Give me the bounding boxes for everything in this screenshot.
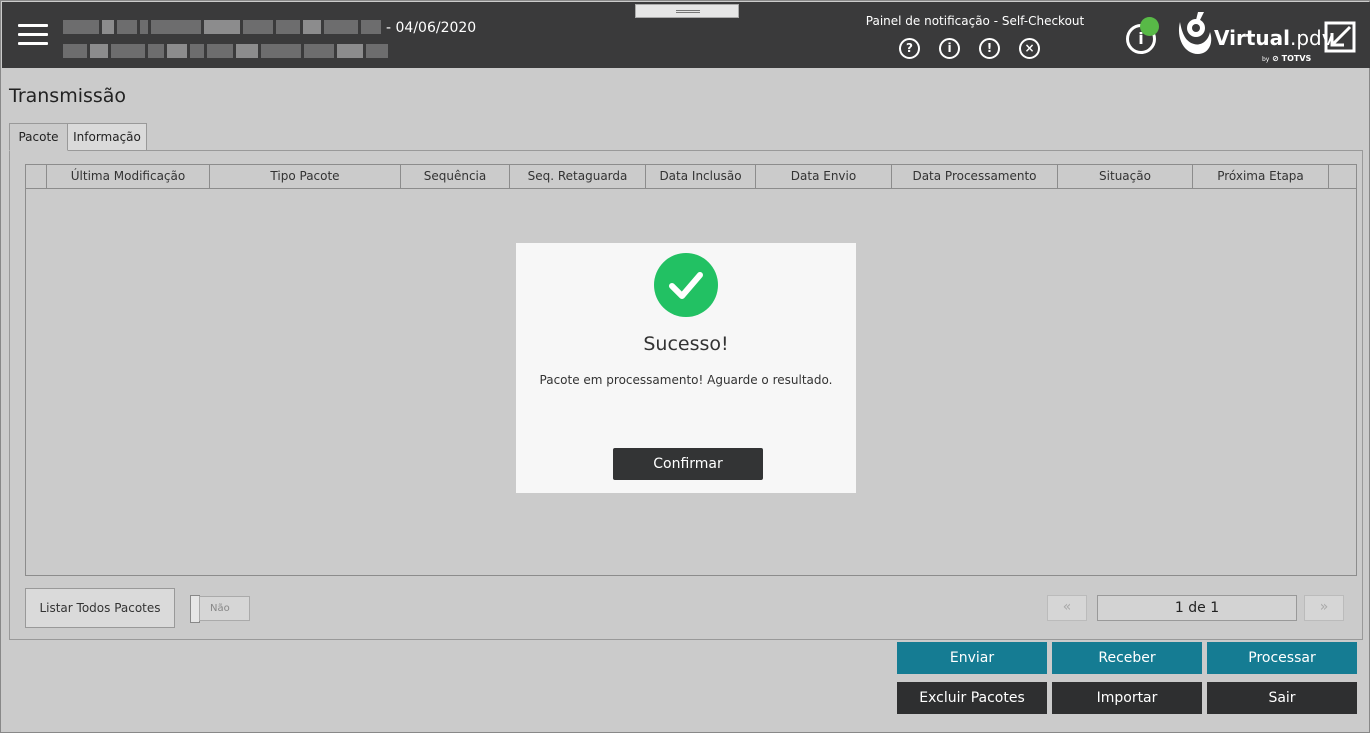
header-date: - 04/06/2020 — [386, 20, 477, 36]
column-header[interactable]: Tipo Pacote — [210, 165, 401, 188]
drag-handle[interactable] — [635, 4, 739, 18]
virtualpdv-logo: Virtual.pdv by ⊘ TOTVS — [1174, 10, 1334, 66]
toggle-label: Não — [199, 596, 250, 621]
delete-packages-button[interactable]: Excluir Pacotes — [897, 682, 1047, 714]
success-dialog: Sucesso! Pacote em processamento! Aguard… — [516, 243, 856, 493]
send-button[interactable]: Enviar — [897, 642, 1047, 674]
info-icon[interactable]: i — [939, 38, 960, 59]
prev-page-button[interactable]: « — [1047, 595, 1087, 621]
next-page-button[interactable]: » — [1304, 595, 1344, 621]
logo-sub: TOTVS — [1281, 54, 1312, 63]
list-all-packages-button[interactable]: Listar Todos Pacotes — [25, 588, 175, 628]
external-window-icon[interactable] — [1324, 21, 1356, 53]
table-header: Última Modificação Tipo Pacote Sequência… — [26, 165, 1356, 189]
logo-main: Virtual — [1214, 26, 1290, 50]
import-button[interactable]: Importar — [1052, 682, 1202, 714]
error-icon[interactable]: × — [1019, 38, 1040, 59]
column-header[interactable]: Próxima Etapa — [1193, 165, 1329, 188]
tab-informacao[interactable]: Informação — [67, 123, 147, 151]
app-window: - 04/06/2020 Painel de notificação - Sel… — [0, 0, 1370, 733]
column-header[interactable]: Situação — [1058, 165, 1193, 188]
warning-icon[interactable]: ! — [979, 38, 1000, 59]
dialog-message: Pacote em processamento! Aguarde o resul… — [539, 373, 833, 387]
list-all-toggle[interactable]: Não — [190, 595, 250, 623]
column-header[interactable]: Data Inclusão — [646, 165, 756, 188]
status-indicator — [1140, 17, 1159, 36]
logo-by: by — [1262, 56, 1270, 63]
column-header[interactable]: Data Envio — [756, 165, 892, 188]
dialog-title: Sucesso! — [643, 333, 729, 355]
column-header[interactable]: Data Processamento — [892, 165, 1058, 188]
logo-mark-icon — [1178, 12, 1212, 54]
menu-icon[interactable] — [18, 24, 48, 46]
help-icon[interactable]: ? — [899, 38, 920, 59]
column-header[interactable]: Seq. Retaguarda — [510, 165, 646, 188]
check-circle-icon — [654, 253, 718, 317]
process-button[interactable]: Processar — [1207, 642, 1357, 674]
receive-button[interactable]: Receber — [1052, 642, 1202, 674]
exit-button[interactable]: Sair — [1207, 682, 1357, 714]
column-header[interactable]: Sequência — [401, 165, 510, 188]
page-title: Transmissão — [9, 85, 127, 107]
store-name-redacted — [63, 19, 384, 34]
tab-pacote[interactable]: Pacote — [9, 123, 68, 151]
notification-panel-title: Painel de notificação - Self-Checkout — [865, 14, 1085, 28]
confirm-button[interactable]: Confirmar — [613, 448, 763, 480]
operator-info-redacted — [63, 43, 391, 58]
column-header-select[interactable] — [26, 165, 47, 188]
app-header: - 04/06/2020 Painel de notificação - Sel… — [2, 2, 1370, 68]
column-header[interactable]: Última Modificação — [47, 165, 210, 188]
page-indicator: 1 de 1 — [1097, 595, 1297, 621]
